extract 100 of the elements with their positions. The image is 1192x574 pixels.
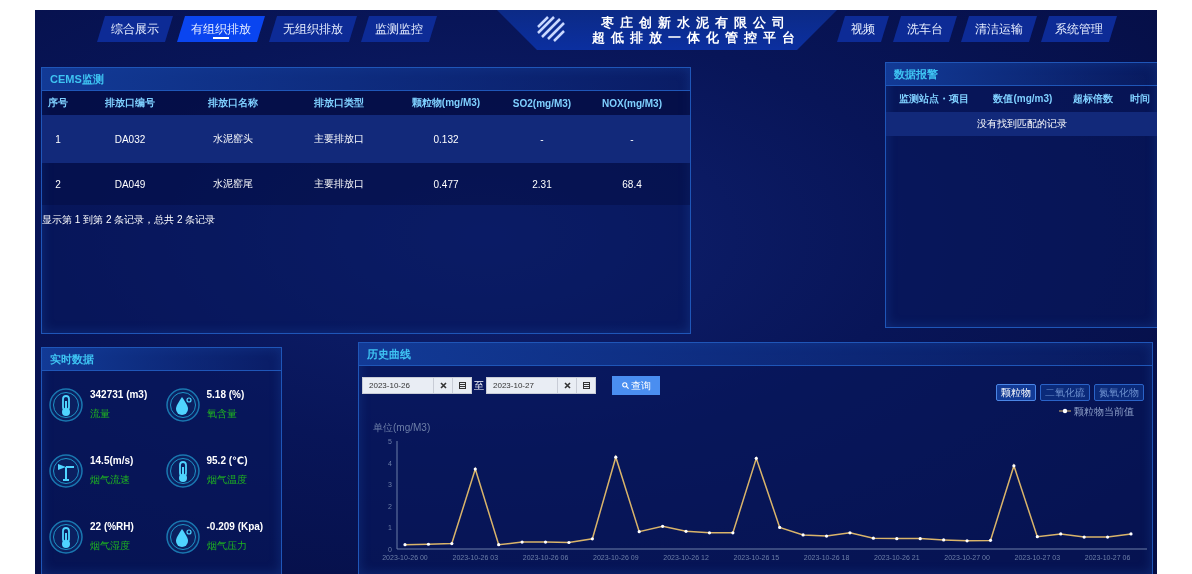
- table-cell: 0.132: [398, 115, 494, 163]
- table-cell: 水泥窑尾: [186, 163, 280, 205]
- data-point: [778, 525, 782, 529]
- metric-label: 烟气湿度: [90, 539, 131, 553]
- clear-icon[interactable]: [439, 382, 447, 389]
- panel-title: 数据报警: [894, 66, 939, 82]
- table-cell: 2: [42, 163, 74, 205]
- column-header: 监测站点・项目: [886, 86, 982, 112]
- table-cell: DA049: [74, 163, 186, 205]
- data-point: [637, 530, 641, 534]
- date-field[interactable]: 2023-10-26: [362, 377, 472, 394]
- data-point: [1106, 535, 1110, 539]
- table-cell: 主要排放口: [280, 163, 398, 205]
- nav-tab[interactable]: 监测监控: [361, 16, 437, 42]
- metric-label: 氧含量: [206, 407, 238, 421]
- droplet-icon: [164, 519, 201, 555]
- legend-marker-icon: [1058, 408, 1072, 414]
- table-cell: DA032: [74, 115, 186, 163]
- table-cell: 1: [42, 115, 74, 163]
- data-point: [918, 537, 922, 541]
- data-point: [450, 542, 454, 546]
- column-header: 排放口名称: [186, 91, 280, 115]
- column-header: 数值(mg/m3): [981, 86, 1064, 112]
- data-point: [848, 531, 852, 535]
- thermometer-icon: [164, 453, 201, 489]
- metric-value: 5.18 (%): [206, 388, 245, 402]
- column-header: SO2(mg/M3): [494, 91, 590, 115]
- nav-tab[interactable]: 洗车台: [893, 16, 957, 42]
- search-icon: [621, 382, 629, 389]
- data-point: [731, 531, 735, 535]
- column-header: NOX(mg/M3): [590, 91, 674, 115]
- metric-value: 22 (%RH): [90, 520, 134, 534]
- data-point: [965, 539, 969, 543]
- panel-title: CEMS监测: [50, 71, 104, 87]
- date-field[interactable]: 2023-10-27: [486, 377, 596, 394]
- column-header: 排放口类型: [280, 91, 398, 115]
- nav-tab[interactable]: 有组织排放: [177, 16, 265, 42]
- metric-label: 烟气温度: [206, 473, 248, 487]
- nav-tab[interactable]: 系统管理: [1041, 16, 1117, 42]
- column-header: 超标倍数: [1063, 86, 1123, 112]
- metric-value: -0.209 (Kpa): [206, 520, 264, 534]
- data-point: [895, 537, 899, 541]
- nav-tab[interactable]: 清洁运输: [961, 16, 1037, 42]
- data-point: [473, 467, 477, 471]
- data-point: [1012, 464, 1016, 468]
- table-cell: -: [494, 115, 590, 163]
- metric-label: 流量: [90, 407, 111, 421]
- thermometer-icon: [48, 519, 84, 555]
- data-point: [1035, 535, 1039, 539]
- table-cell: -: [590, 115, 674, 163]
- table-cell: 68.4: [590, 163, 674, 205]
- data-point: [590, 537, 594, 541]
- thermometer-icon: [48, 387, 84, 423]
- data-point: [684, 529, 688, 533]
- legend-label: 颗粒物当前值: [1074, 406, 1134, 417]
- pollutant-button[interactable]: 氮氧化物: [1094, 384, 1144, 401]
- calendar-icon[interactable]: [582, 382, 590, 389]
- nav-tab[interactable]: 视频: [837, 16, 889, 42]
- data-point: [1059, 532, 1063, 536]
- column-header: 时间: [1122, 86, 1157, 112]
- table-cell: 2.31: [494, 163, 590, 205]
- data-point: [707, 531, 712, 535]
- metric-label: 烟气压力: [206, 539, 248, 553]
- metric-label: 烟气流速: [90, 473, 131, 487]
- data-point: [403, 543, 407, 547]
- pagination-info: 显示第 1 到第 2 条记录，总共 2 条记录: [42, 213, 217, 227]
- table-cell: 0.477: [398, 163, 494, 205]
- panel-title: 历史曲线: [367, 346, 411, 362]
- column-header: 颗粒物(mg/M3): [398, 91, 494, 115]
- metric-value: 14.5(m/s): [90, 454, 134, 468]
- data-point: [497, 543, 501, 547]
- platform-title: 超低排放一体化管控平台: [591, 30, 801, 45]
- axis-label: 单位(mg/M3): [373, 422, 431, 433]
- data-point: [754, 456, 758, 460]
- data-point: [614, 455, 618, 459]
- column-header: 排放口编号: [74, 91, 186, 115]
- table-cell: 水泥窑头: [186, 115, 280, 163]
- data-point: [426, 542, 430, 546]
- metric-value: 95.2 (℃): [206, 454, 248, 468]
- nav-tab[interactable]: 无组织排放: [269, 16, 357, 42]
- calendar-icon[interactable]: [458, 382, 466, 389]
- data-point: [871, 536, 875, 540]
- data-point: [801, 533, 805, 537]
- pollutant-button[interactable]: 颗粒物: [996, 384, 1036, 401]
- panel-title: 实时数据: [50, 351, 94, 367]
- data-point: [543, 540, 548, 544]
- data-point: [1082, 535, 1086, 539]
- data-point: [988, 538, 993, 542]
- date-separator: 至: [474, 378, 484, 393]
- column-header: 序号: [42, 91, 74, 115]
- company-name: 枣庄创新水泥有限公司: [601, 15, 791, 30]
- data-point: [824, 534, 829, 538]
- data-point: [520, 540, 524, 544]
- metric-value: 342731 (m3): [90, 388, 148, 402]
- data-point: [1129, 532, 1133, 536]
- empty-message: 没有找到匹配的记录: [886, 112, 1157, 136]
- wind-vane-icon: [48, 453, 84, 489]
- nav-tab[interactable]: 综合展示: [97, 16, 173, 42]
- data-point: [661, 524, 665, 528]
- clear-icon[interactable]: [563, 382, 571, 389]
